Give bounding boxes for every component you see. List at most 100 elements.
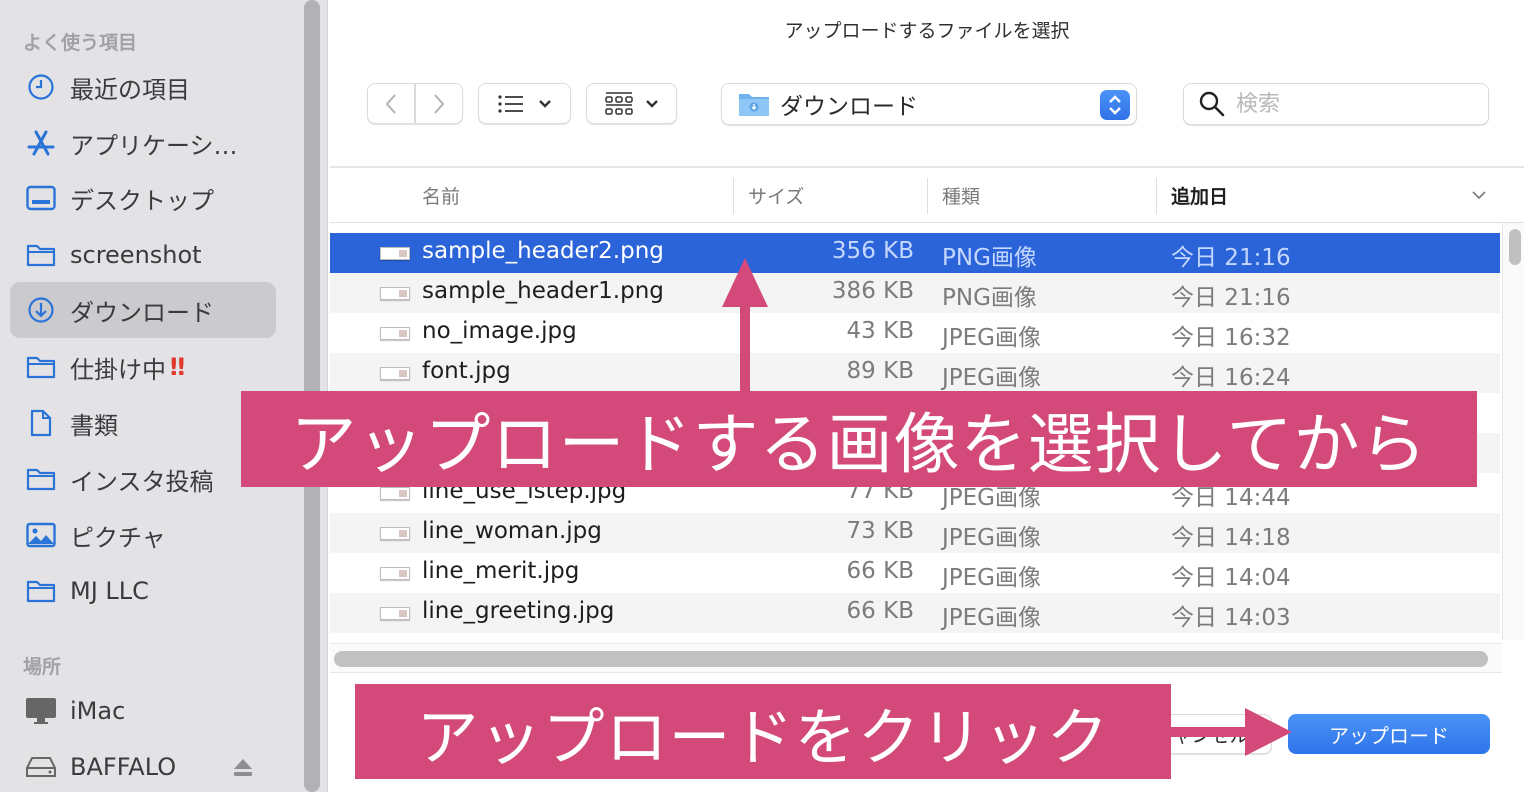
file-name: sample_header1.png — [422, 278, 664, 304]
grid-view-icon — [604, 91, 633, 115]
sidebar-item-applications[interactable]: アプリケーシ… — [10, 115, 276, 171]
file-size: 66 KB — [846, 558, 914, 584]
search-icon — [1199, 91, 1225, 117]
file-date: 今日 16:24 — [1171, 365, 1291, 391]
file-name: no_image.jpg — [422, 318, 577, 344]
sidebar-item-label: 最近の項目 — [70, 75, 190, 104]
sidebar-item-label: 仕掛け中 — [70, 355, 166, 384]
sidebar-item-label: screenshot — [70, 241, 202, 269]
image-thumbnail-icon — [380, 487, 410, 500]
file-name: line_greeting.jpg — [422, 598, 615, 624]
sidebar-item-label: BAFFALO — [70, 753, 177, 781]
sort-chevron-icon[interactable] — [1470, 186, 1488, 204]
file-kind: PNG画像 — [942, 285, 1037, 311]
group-view-button[interactable] — [586, 83, 677, 124]
column-divider[interactable] — [927, 178, 928, 214]
sidebar-item-recents[interactable]: 最近の項目 — [10, 59, 276, 115]
column-size[interactable]: サイズ — [748, 182, 804, 209]
image-thumbnail-icon — [380, 327, 410, 340]
folder-icon — [24, 464, 58, 494]
file-name: line_woman.jpg — [422, 518, 602, 544]
desktop-icon — [24, 183, 58, 213]
column-divider[interactable] — [1156, 178, 1157, 214]
file-size: 43 KB — [846, 318, 914, 344]
file-row[interactable]: line_greeting.jpg 66 KB JPEG画像 今日 14:03 — [330, 593, 1500, 633]
file-date: 今日 14:03 — [1171, 605, 1291, 631]
column-divider[interactable] — [733, 178, 734, 214]
sidebar-item-desktop[interactable]: デスクトップ — [10, 170, 276, 226]
image-thumbnail-icon — [380, 247, 410, 260]
horizontal-scrollbar[interactable] — [330, 643, 1502, 673]
file-row[interactable]: sample_header1.png 386 KB PNG画像 今日 21:16 — [330, 273, 1500, 313]
vertical-scroll-thumb[interactable] — [1509, 229, 1521, 265]
dialog-title: アップロードするファイルを選択 — [784, 20, 1070, 42]
file-date: 今日 14:04 — [1171, 565, 1291, 591]
file-size: 356 KB — [831, 238, 914, 264]
file-date: 今日 21:16 — [1171, 245, 1291, 271]
sidebar-item-pictures[interactable]: ピクチャ — [10, 507, 276, 563]
chevron-right-icon — [434, 93, 445, 114]
file-kind: JPEG画像 — [942, 565, 1042, 591]
file-kind: JPEG画像 — [942, 525, 1042, 551]
downloads-folder-icon — [739, 94, 769, 116]
location-stepper[interactable] — [1100, 90, 1130, 120]
favorites-heading: よく使う項目 — [23, 32, 138, 54]
up-down-chevron-icon — [1109, 95, 1121, 115]
chevron-left-icon — [385, 93, 396, 114]
sidebar-item-downloads[interactable]: ダウンロード — [10, 282, 276, 338]
column-name[interactable]: 名前 — [422, 182, 460, 209]
search-input[interactable] — [1236, 91, 1466, 117]
eject-icon[interactable] — [232, 757, 254, 777]
image-thumbnail-icon — [380, 287, 410, 300]
file-row[interactable]: line_woman.jpg 73 KB JPEG画像 今日 14:18 — [330, 513, 1500, 553]
file-size: 73 KB — [846, 518, 914, 544]
drive-icon — [24, 752, 58, 782]
pictures-icon — [24, 520, 58, 550]
list-view-button[interactable] — [478, 83, 571, 124]
back-button[interactable] — [367, 83, 415, 124]
file-date: 今日 14:18 — [1171, 525, 1291, 551]
file-row[interactable]: line_merit.jpg 66 KB JPEG画像 今日 14:04 — [330, 553, 1500, 593]
location-popup[interactable]: ダウンロード — [721, 83, 1137, 125]
sidebar-item-documents[interactable]: 書類 — [10, 395, 276, 451]
file-row[interactable]: no_image.jpg 43 KB JPEG画像 今日 16:32 — [330, 313, 1500, 353]
sidebar-item-mj-llc[interactable]: MJ LLC — [10, 563, 276, 619]
vertical-scrollbar[interactable] — [1502, 223, 1524, 640]
sidebar-item-label: ダウンロード — [70, 298, 214, 327]
folder-icon — [24, 576, 58, 606]
imac-icon — [24, 696, 58, 726]
sidebar-item-label: 書類 — [70, 411, 118, 440]
horizontal-scroll-thumb[interactable] — [334, 651, 1488, 667]
file-kind: JPEG画像 — [942, 325, 1042, 351]
file-name: sample_header2.png — [422, 238, 664, 264]
clock-icon — [24, 72, 58, 102]
image-thumbnail-icon — [380, 367, 410, 380]
file-name: font.jpg — [422, 358, 511, 384]
upload-button[interactable]: アップロード — [1288, 714, 1490, 754]
file-row[interactable]: sample_header2.png 356 KB PNG画像 今日 21:16 — [330, 233, 1500, 273]
annotation-click-banner: アップロードをクリック — [355, 684, 1171, 779]
file-kind: PNG画像 — [942, 245, 1037, 271]
image-thumbnail-icon — [380, 567, 410, 580]
column-kind[interactable]: 種類 — [942, 182, 980, 209]
file-row[interactable]: font.jpg 89 KB JPEG画像 今日 16:24 — [330, 353, 1500, 393]
file-date: 今日 16:32 — [1171, 325, 1291, 351]
sidebar-item-imac[interactable]: iMac — [10, 683, 276, 739]
folder-icon — [24, 352, 58, 382]
forward-button[interactable] — [415, 83, 463, 124]
sidebar-item-insta-posts[interactable]: インスタ投稿 — [10, 451, 276, 507]
column-date-added[interactable]: 追加日 — [1171, 182, 1228, 209]
image-thumbnail-icon — [380, 527, 410, 540]
search-field[interactable] — [1183, 83, 1489, 125]
sidebar-item-label: インスタ投稿 — [70, 467, 214, 496]
file-size: 66 KB — [846, 598, 914, 624]
sidebar-item-screenshot[interactable]: screenshot — [10, 227, 276, 283]
sidebar-item-label: デスクトップ — [70, 186, 214, 215]
sidebar-item-in-progress[interactable]: 仕掛け中 ‼ — [10, 339, 276, 395]
download-icon — [24, 295, 58, 325]
chevron-down-icon — [645, 99, 658, 108]
list-view-icon — [497, 94, 523, 113]
double-exclamation-icon: ‼ — [170, 353, 185, 381]
sidebar-item-label: ピクチャ — [70, 523, 166, 552]
annotation-select-banner: アップロードする画像を選択してから — [241, 391, 1477, 487]
